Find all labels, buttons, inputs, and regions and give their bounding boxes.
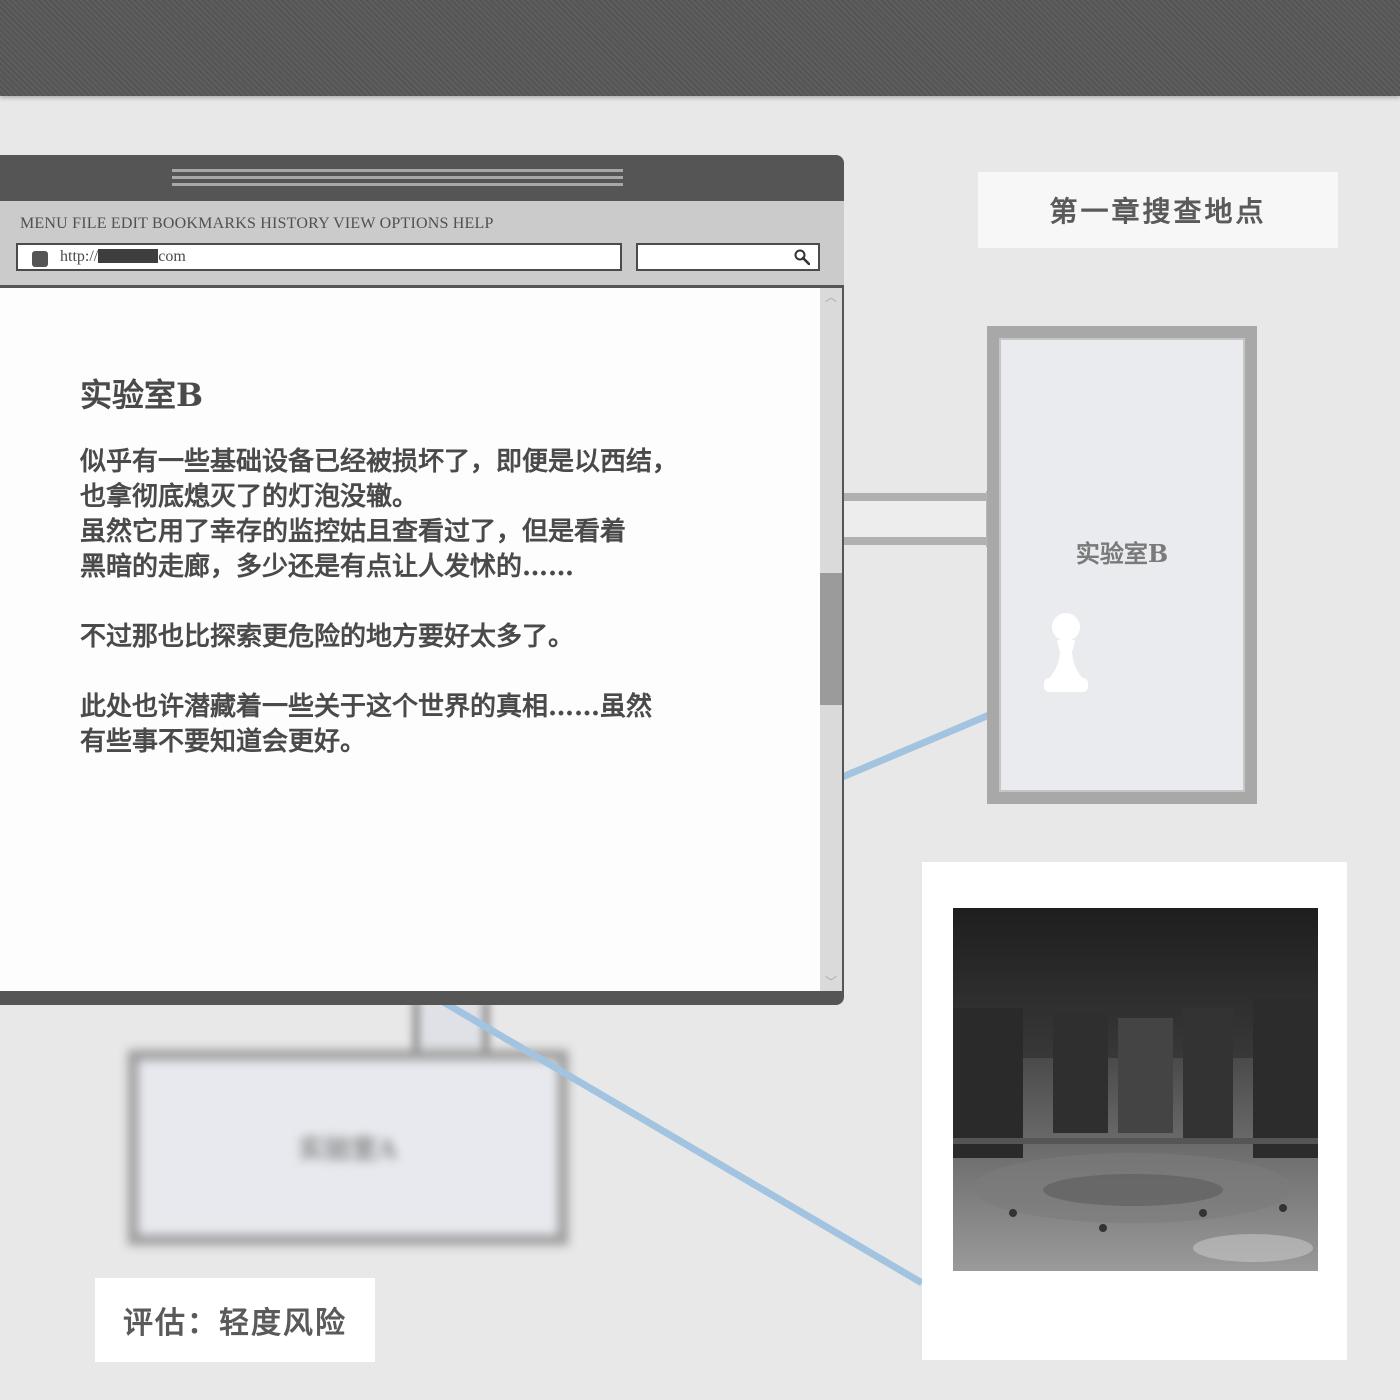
title-grip-line bbox=[172, 183, 623, 186]
browser-toolbar: MENU FILE EDIT BOOKMARKS HISTORY VIEW OP… bbox=[0, 201, 844, 285]
lab-photo bbox=[953, 908, 1318, 1271]
address-text: http:// com bbox=[60, 248, 186, 266]
map-corridor bbox=[844, 493, 994, 545]
search-field[interactable] bbox=[636, 243, 820, 271]
scroll-thumb[interactable] bbox=[820, 573, 842, 705]
url-prefix: http:// bbox=[60, 248, 99, 265]
title-bar[interactable] bbox=[0, 155, 844, 201]
article-paragraph: 似乎有一些基础设备已经被损坏了，即便是以西结， 也拿彻底熄灭了的灯泡没辙。 虽然… bbox=[80, 447, 679, 582]
title-grip-line bbox=[172, 169, 623, 172]
chapter-title: 第一章搜查地点 bbox=[978, 172, 1338, 248]
menu-bar[interactable]: MENU FILE EDIT BOOKMARKS HISTORY VIEW OP… bbox=[20, 215, 494, 233]
article-paragraph: 不过那也比探索更危险的地方要好太多了。 bbox=[80, 622, 575, 652]
scroll-up-icon[interactable]: ︿ bbox=[823, 290, 839, 304]
room-label: 实验室B bbox=[1075, 539, 1169, 568]
scroll-down-icon[interactable]: ﹀ bbox=[823, 975, 839, 989]
address-bar[interactable]: http:// com bbox=[16, 243, 622, 271]
article-paragraph: 此处也许潜藏着一些关于这个世界的真相……虽然 有些事不要知道会更好。 bbox=[80, 692, 653, 757]
search-icon[interactable] bbox=[794, 249, 810, 265]
pawn-icon[interactable] bbox=[1040, 610, 1092, 694]
polaroid-frame bbox=[922, 862, 1347, 1360]
page-content: 实验室B 似乎有一些基础设备已经被损坏了，即便是以西结， 也拿彻底熄灭了的灯泡没… bbox=[0, 288, 820, 991]
title-grip-line bbox=[172, 176, 623, 179]
risk-assessment: 评估：轻度风险 bbox=[95, 1278, 375, 1362]
url-redaction bbox=[98, 249, 159, 263]
vertical-scrollbar[interactable]: ︿ ﹀ bbox=[820, 288, 842, 991]
page-title: 实验室B bbox=[80, 376, 204, 414]
map-room[interactable]: 实验室B bbox=[987, 326, 1257, 804]
url-suffix: com bbox=[158, 248, 186, 265]
connector-line-photo bbox=[438, 996, 924, 1287]
favicon-icon bbox=[32, 251, 48, 267]
browser-window: MENU FILE EDIT BOOKMARKS HISTORY VIEW OP… bbox=[0, 155, 844, 1005]
